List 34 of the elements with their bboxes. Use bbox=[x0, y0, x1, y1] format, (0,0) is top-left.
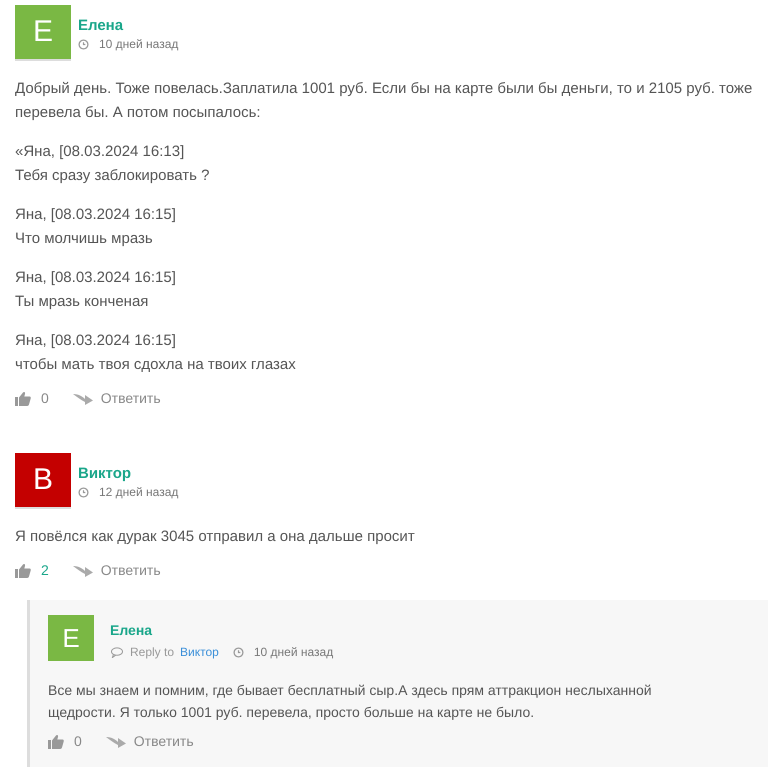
comment-text: Все мы знаем и помним, где бывает бесплатный сыр.А здесь прям аттракцион неслыханной щедрости. Я только 1001 руб. перевела, просто больше на карте не было. bbox=[48, 681, 653, 722]
comment-text: Добрый день. Тоже повелась.Заплатила 1001 руб. Если бы на карте были бы деньги, то и 2105 руб. тоже перевела бы. А потом посыпалось: bbox=[15, 79, 753, 123]
avatar: B bbox=[15, 453, 71, 509]
comment-text: Яна, [08.03.2024 16:15] Что молчишь мразь bbox=[15, 205, 177, 249]
reply-button[interactable]: Ответить bbox=[106, 733, 194, 749]
author-name: Елена bbox=[78, 17, 124, 34]
author-name: Елена bbox=[110, 622, 154, 638]
reply-to-label: Reply to bbox=[130, 645, 174, 659]
author-link[interactable]: Виктор bbox=[180, 645, 219, 659]
reply-arrow-icon[interactable] bbox=[72, 391, 93, 405]
reply-arrow-icon[interactable] bbox=[72, 563, 93, 577]
avatar: E bbox=[48, 615, 94, 661]
like-count: 2 bbox=[41, 562, 49, 578]
comment-text: Яна, [08.03.2024 16:15] Ты мразь конченая bbox=[15, 268, 177, 312]
reply-arrow-icon[interactable] bbox=[106, 734, 126, 748]
comment-text: «Яна, [08.03.2024 16:13] Тебя сразу заблокировать ? bbox=[15, 142, 210, 186]
clock-icon bbox=[232, 646, 244, 658]
reply-button[interactable]: Ответить bbox=[72, 562, 161, 578]
thumbs-up-icon[interactable] bbox=[48, 734, 64, 748]
comment-time: 12 дней назад bbox=[99, 485, 178, 499]
author-name: Виктор bbox=[78, 465, 132, 482]
clock-icon bbox=[78, 38, 89, 50]
comment-text: Яна, [08.03.2024 16:15] чтобы мать твоя сдохла на твоих глазах bbox=[15, 331, 297, 375]
clock-icon bbox=[78, 486, 89, 498]
avatar: E bbox=[15, 5, 71, 61]
like-count: 0 bbox=[41, 390, 49, 406]
reply-button[interactable]: Ответить bbox=[72, 390, 161, 406]
comment-time: 10 дней назад bbox=[254, 645, 334, 659]
speech-bubble-icon bbox=[110, 646, 124, 658]
like-count: 0 bbox=[74, 733, 82, 749]
thumbs-up-icon[interactable] bbox=[15, 562, 31, 578]
comment-text: Я повёлся как дурак 3045 отправил а она дальше просит bbox=[15, 527, 416, 547]
comment-time: 10 дней назад bbox=[99, 37, 178, 51]
thumbs-up-icon[interactable] bbox=[15, 390, 31, 406]
